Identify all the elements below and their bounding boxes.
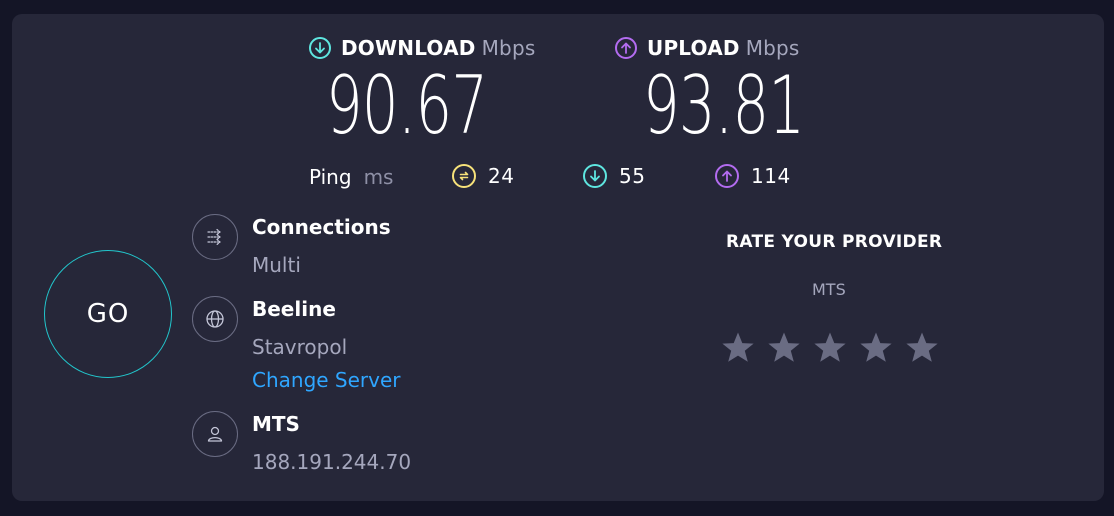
upload-value: 93.81 <box>643 59 805 152</box>
upload-ping-icon <box>715 164 739 188</box>
ping-idle: 24 <box>452 164 514 188</box>
star-icon <box>860 332 892 362</box>
ping-unit: ms <box>363 165 394 189</box>
rating-star-5[interactable] <box>904 330 940 366</box>
ping-idle-value: 24 <box>488 164 515 188</box>
results-panel: DOWNLOAD Mbps 90.67 UPLOAD Mbps 93.81 Pi… <box>12 14 1104 501</box>
upload-header: UPLOAD Mbps <box>615 36 800 60</box>
globe-icon <box>192 296 238 342</box>
connections-title: Connections <box>252 215 391 239</box>
rating-star-4[interactable] <box>858 330 894 366</box>
change-server-link[interactable]: Change Server <box>252 368 401 392</box>
provider-title: MTS <box>252 412 300 436</box>
star-icon <box>906 332 938 362</box>
download-unit: Mbps <box>481 36 536 60</box>
star-icon <box>722 332 754 362</box>
connections-icon[interactable] <box>192 214 238 260</box>
rating-star-1[interactable] <box>720 330 756 366</box>
rate-title: RATE YOUR PROVIDER <box>726 232 943 252</box>
rating-star-2[interactable] <box>766 330 802 366</box>
provider-ip: 188.191.244.70 <box>252 450 412 474</box>
user-icon <box>192 411 238 457</box>
connections-value: Multi <box>252 253 301 277</box>
download-ping-icon <box>583 164 607 188</box>
rating-star-3[interactable] <box>812 330 848 366</box>
download-arrow-icon <box>309 37 331 59</box>
rating-stars <box>720 330 940 366</box>
star-icon <box>768 332 800 362</box>
download-value: 90.67 <box>326 59 488 152</box>
ping-label: Ping <box>309 165 352 189</box>
ping-download: 55 <box>583 164 645 188</box>
server-title: Beeline <box>252 297 336 321</box>
upload-unit: Mbps <box>745 36 800 60</box>
upload-arrow-icon <box>615 37 637 59</box>
upload-label: UPLOAD <box>647 36 740 60</box>
download-label: DOWNLOAD <box>341 36 476 60</box>
star-icon <box>814 332 846 362</box>
ping-row: Ping ms <box>309 165 393 189</box>
rate-provider-name: MTS <box>812 280 846 299</box>
idle-ping-icon <box>452 164 476 188</box>
ping-upload-value: 114 <box>751 164 791 188</box>
server-location: Stavropol <box>252 335 348 359</box>
go-button[interactable]: GO <box>44 250 172 378</box>
download-header: DOWNLOAD Mbps <box>309 36 535 60</box>
ping-upload: 114 <box>715 164 791 188</box>
ping-download-value: 55 <box>619 164 646 188</box>
